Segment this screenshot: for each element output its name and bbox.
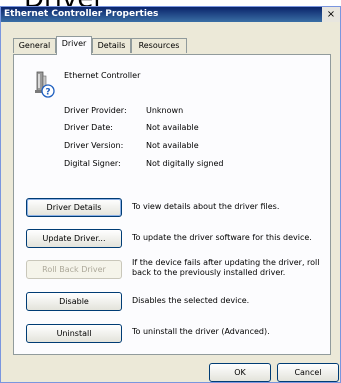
roll-back-driver-description: If the device fails after updating the d…: [132, 258, 320, 277]
window-title: Ethernet Controller Properties: [4, 9, 159, 19]
driver-provider-label: Driver Provider:: [64, 106, 127, 115]
driver-date-label: Driver Date:: [64, 123, 113, 132]
driver-date-value: Not available: [146, 123, 199, 132]
ok-button[interactable]: OK: [209, 363, 271, 382]
uninstall-description: To uninstall the driver (Advanced).: [132, 327, 270, 336]
driver-version-label: Driver Version:: [64, 141, 124, 150]
tab-general[interactable]: General: [13, 38, 56, 53]
tab-resources[interactable]: Resources: [131, 38, 187, 53]
disable-description: Disables the selected device.: [132, 296, 250, 305]
tab-driver[interactable]: Driver: [56, 36, 92, 55]
device-name: Ethernet Controller: [64, 71, 141, 80]
driver-details-description: To view details about the driver files.: [132, 202, 280, 211]
title-bar[interactable]: Ethernet Controller Properties ×: [1, 7, 340, 22]
driver-version-value: Not available: [146, 141, 199, 150]
uninstall-button[interactable]: Uninstall: [26, 324, 122, 343]
update-driver-button[interactable]: Update Driver...: [26, 229, 122, 248]
driver-tab-panel: ? Ethernet Controller Driver Provider: U…: [13, 54, 331, 355]
cancel-button[interactable]: Cancel: [277, 363, 339, 382]
svg-text:?: ?: [45, 88, 50, 98]
driver-provider-value: Unknown: [146, 106, 184, 115]
network-adapter-warning-icon: ?: [35, 71, 55, 98]
update-driver-description: To update the driver software for this d…: [132, 233, 312, 242]
tab-details[interactable]: Details: [92, 38, 131, 53]
close-icon[interactable]: ×: [322, 7, 340, 22]
digital-signer-label: Digital Signer:: [64, 159, 121, 168]
properties-dialog: Ethernet Controller Properties × General…: [0, 6, 341, 383]
digital-signer-value: Not digitally signed: [146, 159, 224, 168]
driver-details-button[interactable]: Driver Details: [26, 198, 122, 217]
roll-back-driver-button[interactable]: Roll Back Driver: [26, 260, 122, 279]
disable-button[interactable]: Disable: [26, 292, 122, 311]
